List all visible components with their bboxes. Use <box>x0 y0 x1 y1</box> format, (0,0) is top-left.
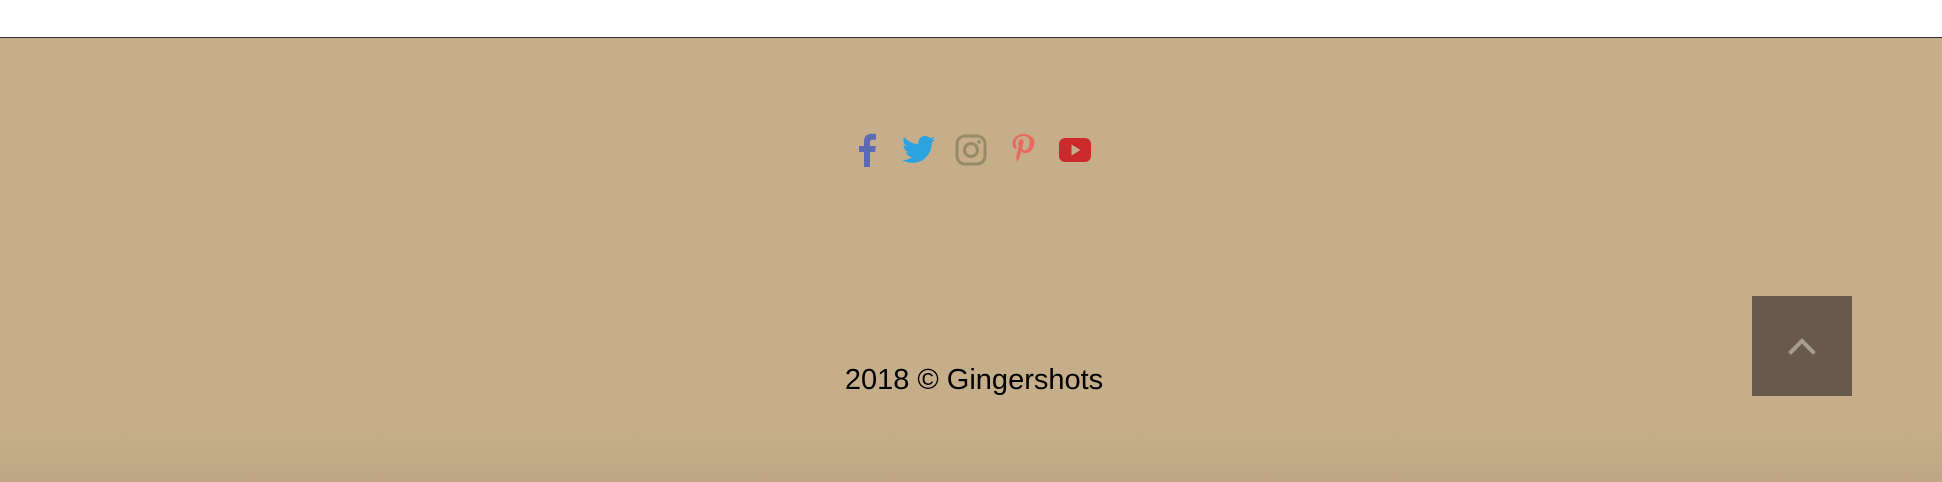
chevron-up-icon <box>1788 338 1816 355</box>
page-top-area <box>0 0 1942 38</box>
youtube-icon <box>1059 138 1091 162</box>
instagram-icon <box>955 134 987 166</box>
back-to-top-button[interactable] <box>1752 296 1852 396</box>
twitter-icon <box>902 136 936 163</box>
copyright-text: 2018 © Gingershots <box>844 364 1104 396</box>
social-links <box>0 130 1942 170</box>
facebook-link[interactable] <box>850 132 884 168</box>
facebook-icon <box>859 133 876 167</box>
youtube-link[interactable] <box>1058 132 1092 168</box>
site-footer: 2018 © Gingershots <box>0 38 1942 482</box>
pinterest-icon <box>1012 134 1035 162</box>
twitter-link[interactable] <box>902 132 936 168</box>
instagram-link[interactable] <box>954 132 988 168</box>
pinterest-link[interactable] <box>1006 132 1040 168</box>
